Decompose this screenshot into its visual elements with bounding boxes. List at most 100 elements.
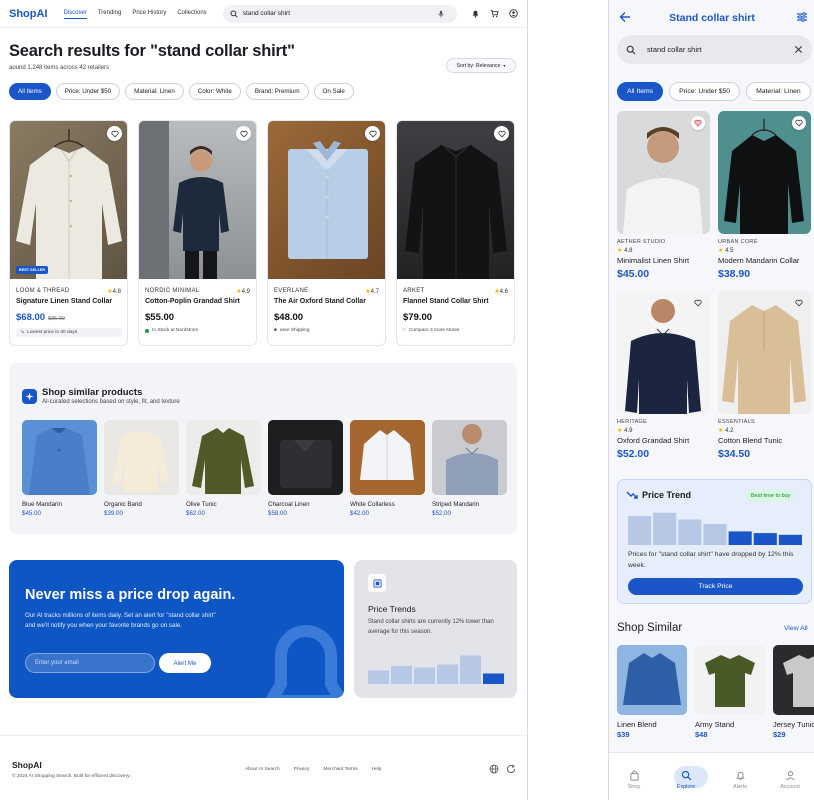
bell-icon[interactable] xyxy=(471,9,480,18)
trend-title: Price Trend xyxy=(642,490,692,500)
price-trends-card: Price Trends Stand collar shirts are cur… xyxy=(354,560,517,698)
top-bar: ShopAI Discover Trending Price History C… xyxy=(0,0,527,28)
compare-note[interactable]: ○ Compare 3 more stores xyxy=(403,328,459,333)
nav-explore[interactable]: Explore xyxy=(661,753,711,790)
footer-link-terms[interactable]: Merchant Terms xyxy=(323,767,357,772)
view-all-link[interactable]: View All xyxy=(784,625,808,632)
nav-alerts[interactable]: Alerts xyxy=(715,753,765,790)
similar-item[interactable]: Linen Blend $39 xyxy=(617,645,687,739)
sort-dropdown[interactable]: Sort by: Relevance ▾ xyxy=(446,58,516,73)
favorite-button[interactable] xyxy=(792,116,806,130)
chip-price[interactable]: Price: Under $50 xyxy=(669,82,741,101)
close-icon[interactable] xyxy=(794,45,803,54)
product-image[interactable]: BEST SELLER xyxy=(10,121,127,279)
product-name[interactable]: Flannel Stand Collar Shirt xyxy=(403,298,489,305)
nav-price-history[interactable]: Price History xyxy=(132,8,166,19)
similar-thumb[interactable] xyxy=(350,420,425,495)
product-card[interactable]: BEST SELLER LOOM & THREAD ★4.8 Signature… xyxy=(9,120,128,346)
filter-sliders-icon[interactable] xyxy=(796,11,808,23)
product-image[interactable] xyxy=(617,111,710,234)
similar-thumb[interactable] xyxy=(186,420,261,495)
footer-link-help[interactable]: Help xyxy=(372,767,382,772)
similar-item[interactable]: Blue Mandarin $45.00 xyxy=(22,420,97,517)
chip-brand[interactable]: Brand: Premium xyxy=(245,83,309,100)
similar-item[interactable]: Jersey Tunic $29 xyxy=(773,645,814,739)
track-price-button[interactable]: Track Price xyxy=(628,578,803,595)
product-name[interactable]: Signature Linen Stand Collar xyxy=(16,298,112,305)
similar-item[interactable]: Olive Tunic $62.00 xyxy=(186,420,261,517)
chip-all-items[interactable]: All Items xyxy=(9,83,51,100)
similar-thumb[interactable] xyxy=(268,420,343,495)
favorite-button[interactable] xyxy=(365,126,380,141)
chip-color[interactable]: Color: White xyxy=(188,83,241,100)
nav-trending[interactable]: Trending xyxy=(98,8,121,19)
chip-material[interactable]: Material: Linen xyxy=(746,82,811,101)
search-bar[interactable]: stand collar shirt xyxy=(222,4,457,23)
product-rating: ★ 4.5 xyxy=(718,248,734,254)
mobile-search-input[interactable]: stand collar shirt xyxy=(647,45,702,54)
nav-shop[interactable]: Shop xyxy=(609,753,659,790)
product-rating: ★4.9 xyxy=(236,289,250,295)
nav-discover[interactable]: Discover xyxy=(63,8,87,19)
product-rating: ★4.8 xyxy=(107,289,121,295)
product-name[interactable]: Cotton Blend Tunic xyxy=(718,436,811,445)
product-card[interactable]: NORDIC MINIMAL ★4.9 Cotton-Poplin Granda… xyxy=(138,120,257,346)
similar-thumb[interactable] xyxy=(773,645,814,715)
product-card[interactable]: HERITAGE ★ 4.9 Oxford Grandad Shirt $52.… xyxy=(617,291,710,460)
similar-item[interactable]: Organic Band $39.00 xyxy=(104,420,179,517)
favorite-button[interactable] xyxy=(792,296,806,310)
chip-price[interactable]: Price: Under $50 xyxy=(55,83,121,100)
microphone-icon[interactable] xyxy=(437,10,445,18)
favorite-button[interactable] xyxy=(494,126,509,141)
chip-material[interactable]: Material: Linen xyxy=(125,83,184,100)
search-input[interactable]: stand collar shirt xyxy=(243,10,290,17)
favorite-button[interactable] xyxy=(236,126,251,141)
globe-icon[interactable] xyxy=(489,764,499,774)
product-card[interactable]: URBAN CORE ★ 4.5 Modern Mandarin Collar … xyxy=(718,111,811,280)
email-field[interactable]: Enter your email xyxy=(25,653,155,673)
similar-item[interactable]: Striped Mandarin $52.00 xyxy=(432,420,507,517)
similar-item[interactable]: White Collarless $42.00 xyxy=(350,420,425,517)
similar-thumb[interactable] xyxy=(22,420,97,495)
similar-thumb[interactable] xyxy=(695,645,765,715)
footer-link-privacy[interactable]: Privacy xyxy=(294,767,310,772)
product-image[interactable] xyxy=(268,121,385,279)
similar-thumb[interactable] xyxy=(432,420,507,495)
product-image[interactable] xyxy=(139,121,256,279)
product-image[interactable] xyxy=(718,291,811,414)
footer-link-about[interactable]: About AI Search xyxy=(245,767,280,772)
nav-account[interactable]: Account xyxy=(765,753,814,790)
cart-icon[interactable] xyxy=(490,9,499,18)
nav-collections[interactable]: Collections xyxy=(177,8,206,19)
account-icon[interactable] xyxy=(509,9,518,18)
product-image[interactable] xyxy=(617,291,710,414)
favorite-button[interactable] xyxy=(691,116,705,130)
product-brand: LOOM & THREAD xyxy=(16,288,70,294)
product-card[interactable]: ARKET ★4.6 Flannel Stand Collar Shirt $7… xyxy=(396,120,515,346)
trend-bar xyxy=(483,673,504,684)
product-card[interactable]: EVERLANE ★4.7 The Air Oxford Stand Colla… xyxy=(267,120,386,346)
refresh-icon[interactable] xyxy=(506,764,516,774)
logo[interactable]: ShopAI xyxy=(9,8,48,20)
product-name[interactable]: The Air Oxford Stand Collar xyxy=(274,298,366,305)
product-image[interactable] xyxy=(718,111,811,234)
alert-me-button[interactable]: Alert Me xyxy=(159,653,211,673)
similar-item[interactable]: Charcoal Linen $58.00 xyxy=(268,420,343,517)
similar-item[interactable]: Army Stand $48 xyxy=(695,645,765,739)
product-name[interactable]: Oxford Grandad Shirt xyxy=(617,436,710,445)
favorite-button[interactable] xyxy=(691,296,705,310)
product-name[interactable]: Modern Mandarin Collar xyxy=(718,256,811,265)
product-image[interactable] xyxy=(397,121,514,279)
chip-all-items[interactable]: All Items xyxy=(617,82,664,101)
product-name[interactable]: Cotton-Poplin Grandad Shirt xyxy=(145,298,240,305)
product-brand: NORDIC MINIMAL xyxy=(145,288,200,294)
product-card[interactable]: ESSENTIALS ★ 4.2 Cotton Blend Tunic $34.… xyxy=(718,291,811,460)
product-name[interactable]: Minimalist Linen Shirt xyxy=(617,256,710,265)
similar-thumb[interactable] xyxy=(617,645,687,715)
chip-on-sale[interactable]: On Sale xyxy=(313,83,354,100)
similar-thumb[interactable] xyxy=(104,420,179,495)
product-card[interactable]: AETHER STUDIO ★ 4.8 Minimalist Linen Shi… xyxy=(617,111,710,280)
favorite-button[interactable] xyxy=(107,126,122,141)
mobile-search-bar[interactable]: stand collar shirt xyxy=(617,35,812,64)
filter-chips: All Items Price: Under $50 Material: Lin… xyxy=(9,83,354,100)
